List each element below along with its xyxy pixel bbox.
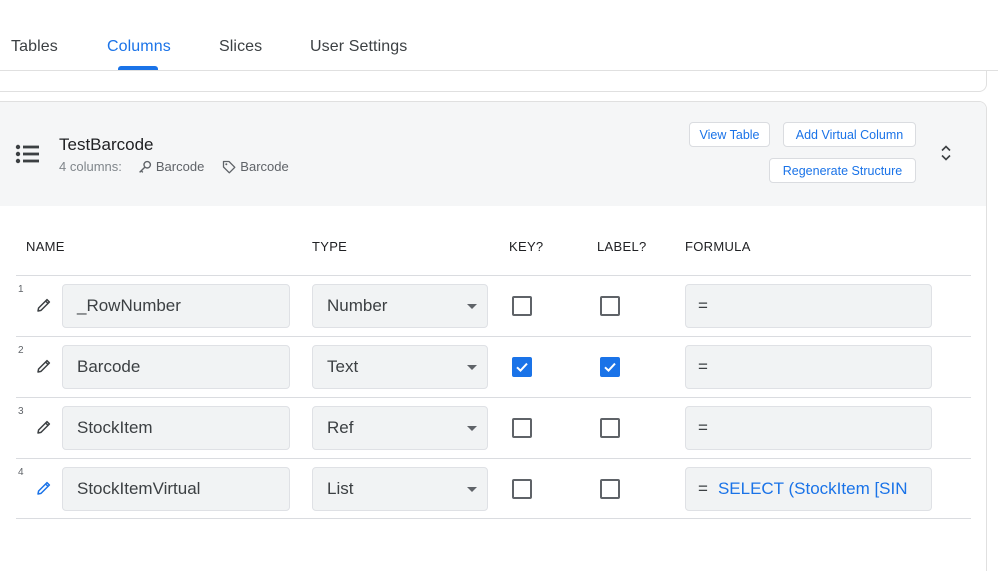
pencil-icon[interactable] — [36, 480, 52, 496]
tab-slices[interactable]: Slices — [219, 38, 262, 56]
list-icon — [15, 144, 39, 164]
table-row: 3 StockItem Ref = — [16, 397, 971, 458]
column-type-select[interactable]: Text — [312, 345, 488, 389]
formula-equals: = — [698, 296, 708, 315]
key-checkbox[interactable] — [512, 296, 532, 316]
view-table-button[interactable]: View Table — [689, 122, 770, 147]
key-column-chip: Barcode — [138, 159, 204, 174]
table-meta: 4 columns: Barcode Barcode — [59, 159, 301, 174]
tab-user-settings[interactable]: User Settings — [310, 38, 407, 56]
tab-bar: Tables Columns Slices User Settings — [0, 0, 998, 71]
formula-field[interactable]: = — [685, 345, 932, 389]
row-number: 1 — [18, 284, 24, 295]
label-checkbox[interactable] — [600, 296, 620, 316]
column-header-type: TYPE — [312, 239, 348, 254]
formula-equals: = — [698, 479, 708, 498]
tag-icon — [223, 160, 236, 173]
pencil-icon[interactable] — [36, 358, 52, 374]
check-icon — [604, 362, 616, 373]
column-header-key: KEY? — [509, 239, 544, 254]
label-checkbox[interactable] — [600, 357, 620, 377]
label-checkbox[interactable] — [600, 418, 620, 438]
column-type-value: List — [327, 479, 354, 498]
column-header-label: LABEL? — [597, 239, 647, 254]
column-header-formula: FORMULA — [685, 239, 751, 254]
table-name: TestBarcode — [59, 135, 154, 154]
regenerate-structure-button[interactable]: Regenerate Structure — [769, 158, 916, 183]
table-row: 1 _RowNumber Number = — [16, 275, 971, 336]
columns-count: 4 columns: — [59, 159, 122, 174]
table-row: 4 StockItemVirtual List = SELECT (StockI… — [16, 458, 971, 519]
formula-equals: = — [698, 357, 708, 376]
pencil-icon[interactable] — [36, 419, 52, 435]
active-tab-indicator — [118, 66, 158, 70]
column-type-select[interactable]: Number — [312, 284, 488, 328]
column-type-select[interactable]: List — [312, 467, 488, 511]
column-type-value: Text — [327, 357, 359, 376]
previous-table-card — [0, 71, 987, 92]
column-name-field[interactable]: StockItem — [62, 406, 290, 450]
table-card-header: TestBarcode 4 columns: Barcode Barcode V… — [0, 102, 986, 206]
formula-text: SELECT (StockItem [SIN — [717, 479, 908, 498]
formula-field[interactable]: = SELECT (StockItem [SIN — [685, 467, 932, 511]
table-card: TestBarcode 4 columns: Barcode Barcode V… — [0, 101, 987, 571]
label-checkbox[interactable] — [600, 479, 620, 499]
column-type-value: Ref — [327, 418, 354, 437]
caret-down-icon — [467, 487, 477, 492]
label-column-label: Barcode — [240, 159, 289, 174]
key-checkbox[interactable] — [512, 357, 532, 377]
formula-equals: = — [698, 418, 708, 437]
add-virtual-column-button[interactable]: Add Virtual Column — [783, 122, 916, 147]
key-icon — [138, 160, 151, 173]
tab-tables[interactable]: Tables — [11, 38, 58, 56]
caret-down-icon — [467, 426, 477, 431]
key-checkbox[interactable] — [512, 418, 532, 438]
key-column-label: Barcode — [155, 159, 205, 174]
column-type-select[interactable]: Ref — [312, 406, 488, 450]
formula-field[interactable]: = — [685, 284, 932, 328]
caret-down-icon — [467, 304, 477, 309]
label-column-chip: Barcode — [222, 159, 289, 174]
table-row: 2 Barcode Text = — [16, 336, 971, 397]
tab-columns[interactable]: Columns — [107, 38, 171, 56]
row-number: 3 — [18, 406, 24, 417]
formula-field[interactable]: = — [685, 406, 932, 450]
column-header-name: NAME — [26, 239, 65, 254]
column-type-value: Number — [327, 296, 388, 315]
pencil-icon[interactable] — [36, 297, 52, 313]
column-name-field[interactable]: _RowNumber — [62, 284, 290, 328]
row-number: 4 — [18, 467, 24, 478]
caret-down-icon — [467, 365, 477, 370]
column-name-field[interactable]: StockItemVirtual — [62, 467, 290, 511]
unfold-icon[interactable] — [938, 144, 954, 162]
check-icon — [516, 362, 528, 373]
row-number: 2 — [18, 345, 24, 356]
key-checkbox[interactable] — [512, 479, 532, 499]
column-name-field[interactable]: Barcode — [62, 345, 290, 389]
